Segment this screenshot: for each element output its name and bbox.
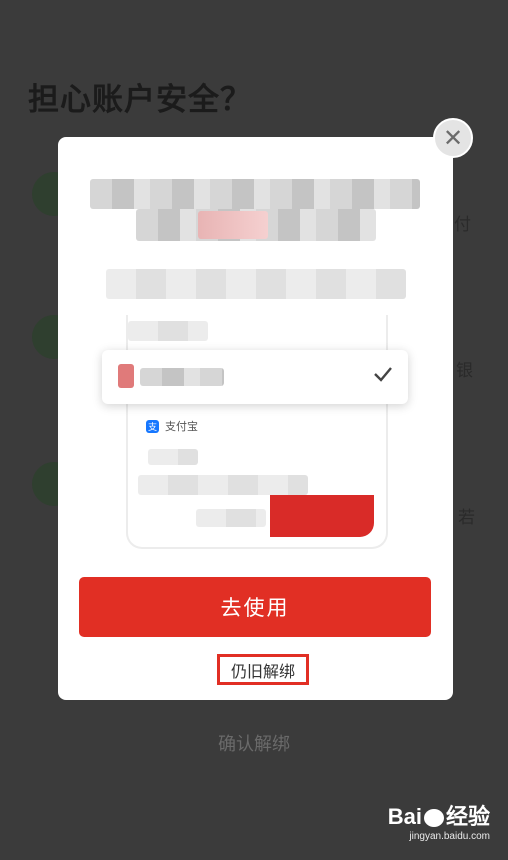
- obscured-subtitle: [106, 269, 406, 299]
- alipay-label: 支付宝: [165, 420, 198, 433]
- card-red-mark: [118, 364, 134, 388]
- confirm-unbind-button[interactable]: 确认解绑: [0, 730, 508, 756]
- watermark-brand-suffix: 经验: [445, 804, 490, 829]
- check-icon: [374, 367, 392, 382]
- paw-icon: [423, 809, 444, 828]
- obscured-card-label: [140, 368, 224, 386]
- background-text-1: 付: [454, 215, 471, 235]
- watermark-brand: Bai 经验: [388, 799, 490, 831]
- obscured-alipay-detail: [148, 449, 198, 465]
- obscured-heading: [90, 179, 420, 209]
- still-unbind-link[interactable]: 仍旧解绑: [217, 654, 309, 685]
- obscured-heading-highlight: [198, 211, 268, 239]
- background-text-2: 银: [456, 361, 473, 381]
- use-now-button[interactable]: 去使用: [79, 577, 431, 637]
- alipay-icon: 支: [146, 419, 159, 433]
- payment-option-card: [102, 350, 408, 404]
- watermark-brand-text: Bai: [387, 804, 422, 829]
- watermark-url: jingyan.baidu.com: [409, 831, 490, 842]
- alipay-option: 支 支付宝: [146, 418, 198, 434]
- illustration-red-button: [270, 495, 374, 537]
- baidu-jingyan-watermark: Bai 经验 jingyan.baidu.com: [388, 799, 490, 842]
- obscured-alipay-row: [138, 475, 308, 495]
- close-icon[interactable]: ✕: [433, 118, 473, 158]
- promo-dialog: 支 支付宝 去使用 仍旧解绑: [58, 137, 453, 700]
- obscured-payment-row: [128, 321, 208, 341]
- background-text-3: 若: [458, 508, 475, 528]
- obscured-footer-row: [196, 509, 266, 527]
- page-title: 担心账户安全？: [28, 82, 252, 118]
